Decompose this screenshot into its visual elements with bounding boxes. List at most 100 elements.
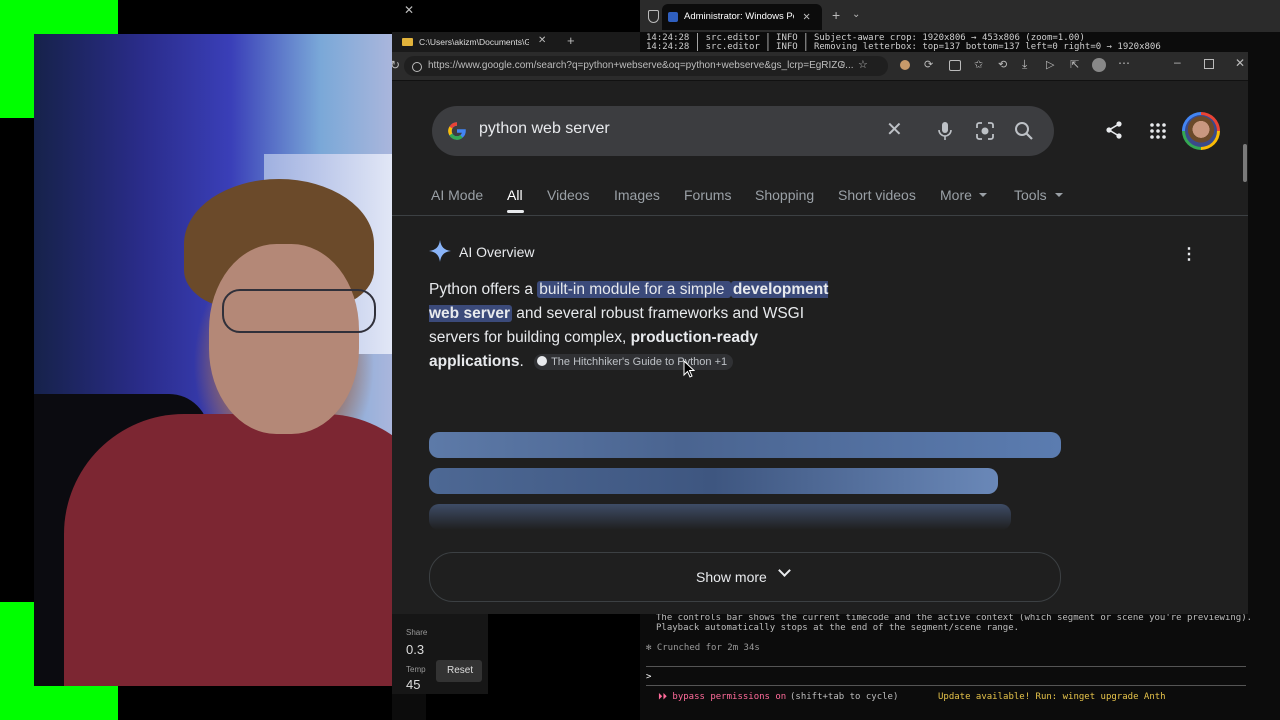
webcam-person-face <box>209 244 359 434</box>
share-icon[interactable] <box>1104 120 1124 140</box>
camera-lens-icon[interactable] <box>975 121 995 141</box>
show-more-button[interactable]: Show more <box>429 552 1061 602</box>
tab-forums[interactable]: Forums <box>684 187 731 203</box>
browser-titlebar-strip: ✕ <box>392 0 640 32</box>
zoom-icon[interactable]: ⌕ <box>840 58 846 71</box>
maximize-icon[interactable] <box>1204 59 1214 69</box>
tools-dropdown-icon <box>1055 193 1063 197</box>
reset-button-label: Reset <box>447 665 474 676</box>
new-tab-icon[interactable]: + <box>567 33 575 48</box>
star-icon[interactable]: ☆ <box>858 58 868 71</box>
panel-value: 0.3 <box>406 642 425 657</box>
site-info-icon[interactable] <box>412 62 422 72</box>
source-favicon-icon <box>537 355 548 366</box>
green-screen-left-top <box>0 0 118 34</box>
terminal-note: Playback automatically stops at the end … <box>656 623 1020 633</box>
ai-text-highlight: built-in module for a simple <box>537 281 731 298</box>
tab-shopping[interactable]: Shopping <box>755 187 814 203</box>
tab-images[interactable]: Images <box>614 187 660 203</box>
terminal-status: ✻ Crunched for 2m 34s <box>646 643 760 653</box>
terminal-tabbar: Administrator: Windows Powe ✕ + ⌄ <box>640 0 1280 32</box>
loading-placeholder-bar <box>429 468 998 494</box>
url-input[interactable]: https://www.google.com/search?q=python+w… <box>404 56 888 76</box>
bypass-permissions-status: ⏵⏵ bypass permissions on <box>658 692 787 702</box>
more-dropdown-icon <box>979 193 987 197</box>
share-icon[interactable]: ⇱ <box>1070 58 1079 71</box>
search-box[interactable]: python web server ✕ <box>432 106 1054 156</box>
tab-tools[interactable]: Tools <box>1014 187 1047 203</box>
close-icon[interactable]: ✕ <box>404 3 414 17</box>
tab-all[interactable]: All <box>507 187 523 203</box>
puzzle-icon[interactable]: ⟳ <box>924 58 933 71</box>
panel-label: Share <box>406 628 428 637</box>
clear-icon[interactable]: ✕ <box>886 117 903 142</box>
close-window-icon[interactable]: ✕ <box>1235 56 1245 70</box>
close-tab-icon[interactable]: ✕ <box>803 9 810 23</box>
chevron-down-icon <box>778 564 791 577</box>
terminal-divider <box>646 685 1246 686</box>
reset-button[interactable]: Reset <box>436 660 482 682</box>
tab-videos[interactable]: Videos <box>547 187 590 203</box>
history-icon[interactable]: ⟲ <box>998 58 1007 71</box>
chevron-down-icon[interactable]: ⌄ <box>852 9 860 20</box>
update-notice: Update available! Run: winget upgrade An… <box>938 692 1166 702</box>
mouse-cursor-icon <box>683 360 695 378</box>
browser-tab-title[interactable]: C:\Users\akizm\Documents\G <box>419 37 529 47</box>
terminal-divider <box>646 666 1246 667</box>
panel-label: Temp <box>406 665 426 674</box>
new-tab-icon[interactable]: + <box>832 7 840 23</box>
scrollbar-thumb[interactable] <box>1243 144 1247 182</box>
webcam-feed <box>34 34 392 686</box>
browser-tabbar: C:\Users\akizm\Documents\G ✕ + <box>392 32 640 52</box>
microphone-icon[interactable] <box>937 121 953 141</box>
green-screen-left-mid <box>0 34 34 118</box>
panel-value: 45 <box>406 677 421 692</box>
terminal-prompt[interactable]: > <box>646 672 651 682</box>
terminal-tab[interactable]: Administrator: Windows Powe ✕ <box>662 4 822 30</box>
powershell-icon <box>668 12 678 22</box>
apps-grid-icon[interactable] <box>1149 122 1167 140</box>
profile-icon[interactable] <box>1092 58 1106 72</box>
more-options-icon[interactable]: ⋮ <box>1181 244 1197 264</box>
search-icon[interactable] <box>1014 121 1034 141</box>
folder-icon <box>402 38 413 46</box>
avatar[interactable] <box>1182 112 1220 150</box>
terminal-line: 14:24:28 | src.editor | INFO | Removing … <box>646 42 1161 52</box>
split-screen-icon[interactable] <box>949 60 961 71</box>
loading-placeholder-bar <box>429 432 1061 458</box>
green-screen-left-bottom <box>0 602 34 720</box>
minimize-icon[interactable]: – <box>1174 55 1181 69</box>
ai-sparkle-icon <box>429 240 451 262</box>
ai-overview-heading: AI Overview <box>459 244 535 260</box>
tab-ai-mode[interactable]: AI Mode <box>431 187 483 203</box>
bypass-hint: (shift+tab to cycle) <box>790 692 899 702</box>
tab-more[interactable]: More <box>940 187 972 203</box>
ai-overview-text: Python offers a built-in module for a si… <box>429 278 849 374</box>
ai-text-segment: Python offers a <box>429 281 538 298</box>
terminal-note: The controls bar shows the current timec… <box>656 613 1253 623</box>
close-tab-icon[interactable]: ✕ <box>538 35 546 46</box>
header-divider <box>392 215 1248 216</box>
browser-window: ↻ https://www.google.com/search?q=python… <box>392 52 1248 614</box>
extension-icon[interactable] <box>900 60 910 70</box>
tab-all-underline <box>507 210 524 213</box>
avatar-photo <box>1185 115 1217 147</box>
terminal-tab-title: Administrator: Windows Powe <box>684 11 794 22</box>
shield-icon <box>648 10 659 23</box>
loading-placeholder-bar <box>429 504 1011 530</box>
play-icon[interactable]: ▷ <box>1046 58 1054 71</box>
webcam-person-glasses <box>222 289 376 333</box>
show-more-label: Show more <box>696 569 767 585</box>
download-icon[interactable]: ⤓ <box>1022 57 1027 72</box>
refresh-icon[interactable]: ↻ <box>392 58 400 72</box>
tab-short-videos[interactable]: Short videos <box>838 187 916 203</box>
source-chip-label: The Hitchhiker's Guide to Python +1 <box>551 355 728 368</box>
webcam-person-shirt <box>64 414 392 686</box>
more-menu-icon[interactable]: ⋯ <box>1118 56 1130 70</box>
ai-text-segment: . <box>519 353 524 370</box>
address-bar-row: ↻ https://www.google.com/search?q=python… <box>392 52 1248 81</box>
editor-controls-panel: Share 0.3 Temp 45 Reset <box>392 614 488 694</box>
source-chip[interactable]: The Hitchhiker's Guide to Python +1 <box>534 353 734 370</box>
favorites-icon[interactable]: ✩ <box>974 58 983 71</box>
search-input[interactable]: python web server <box>479 120 610 138</box>
